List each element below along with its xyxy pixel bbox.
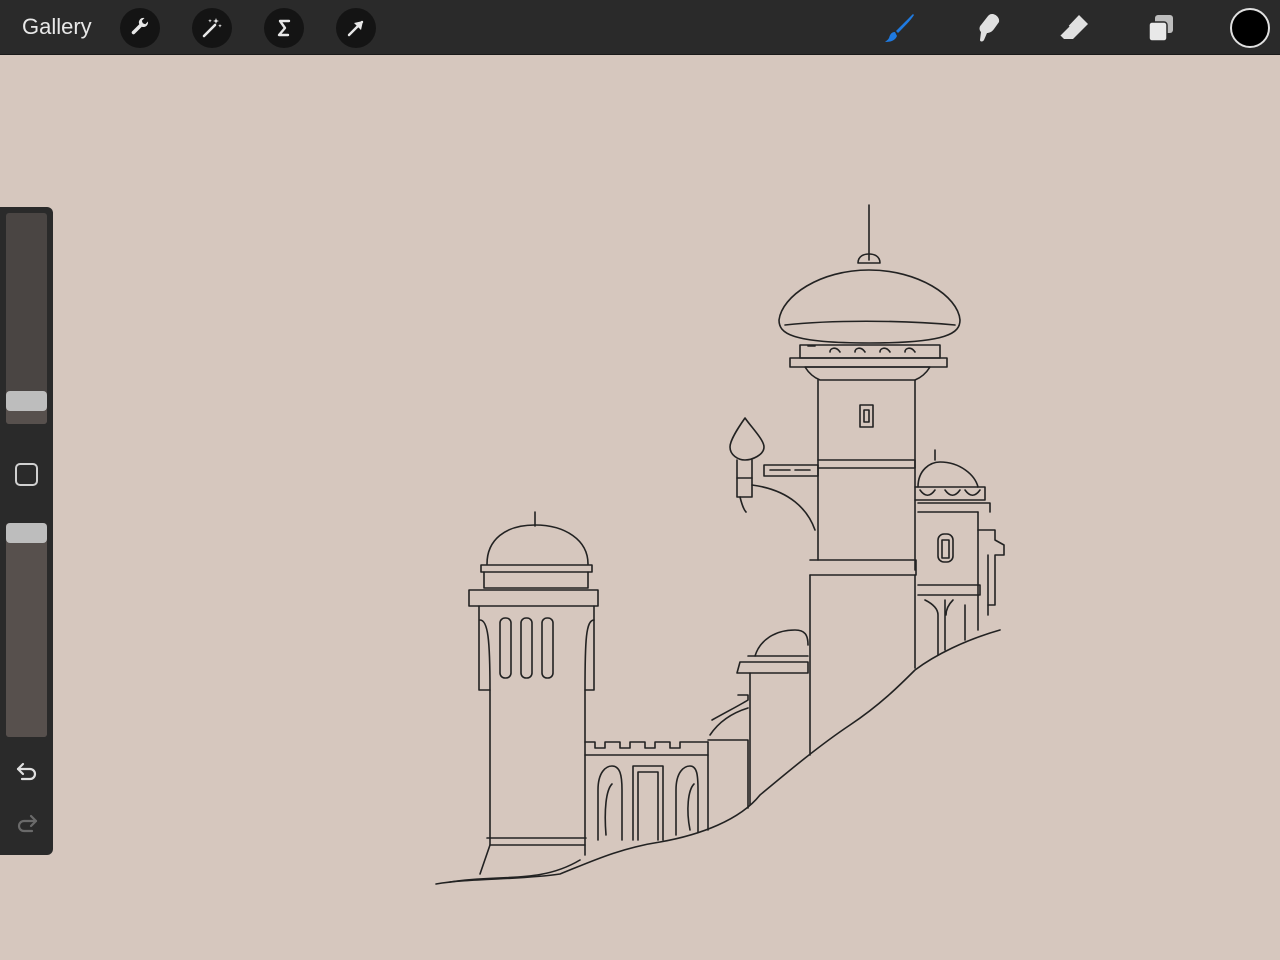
brush-icon bbox=[885, 14, 914, 42]
layers-icon bbox=[1148, 15, 1173, 42]
selection-button[interactable] bbox=[264, 8, 304, 48]
smudge-icon bbox=[979, 14, 1000, 42]
gallery-button[interactable]: Gallery bbox=[22, 14, 92, 40]
color-picker-button[interactable] bbox=[1230, 8, 1270, 48]
eraser-icon bbox=[1059, 15, 1088, 39]
smudge-tool-button[interactable] bbox=[967, 8, 1007, 48]
selection-s-icon bbox=[277, 19, 291, 37]
wrench-icon bbox=[131, 17, 149, 35]
transform-button[interactable] bbox=[336, 8, 376, 48]
top-toolbar: Gallery bbox=[0, 0, 1280, 55]
magic-wand-icon bbox=[202, 18, 222, 38]
layers-tool-button[interactable] bbox=[1141, 8, 1181, 48]
castle-sketch bbox=[435, 204, 1005, 885]
actions-button[interactable] bbox=[120, 8, 160, 48]
arrow-cursor-icon bbox=[347, 20, 364, 37]
drawing-canvas[interactable] bbox=[0, 56, 1280, 960]
eraser-tool-button[interactable] bbox=[1054, 8, 1094, 48]
adjustments-button[interactable] bbox=[192, 8, 232, 48]
brush-tool-button[interactable] bbox=[880, 8, 920, 48]
